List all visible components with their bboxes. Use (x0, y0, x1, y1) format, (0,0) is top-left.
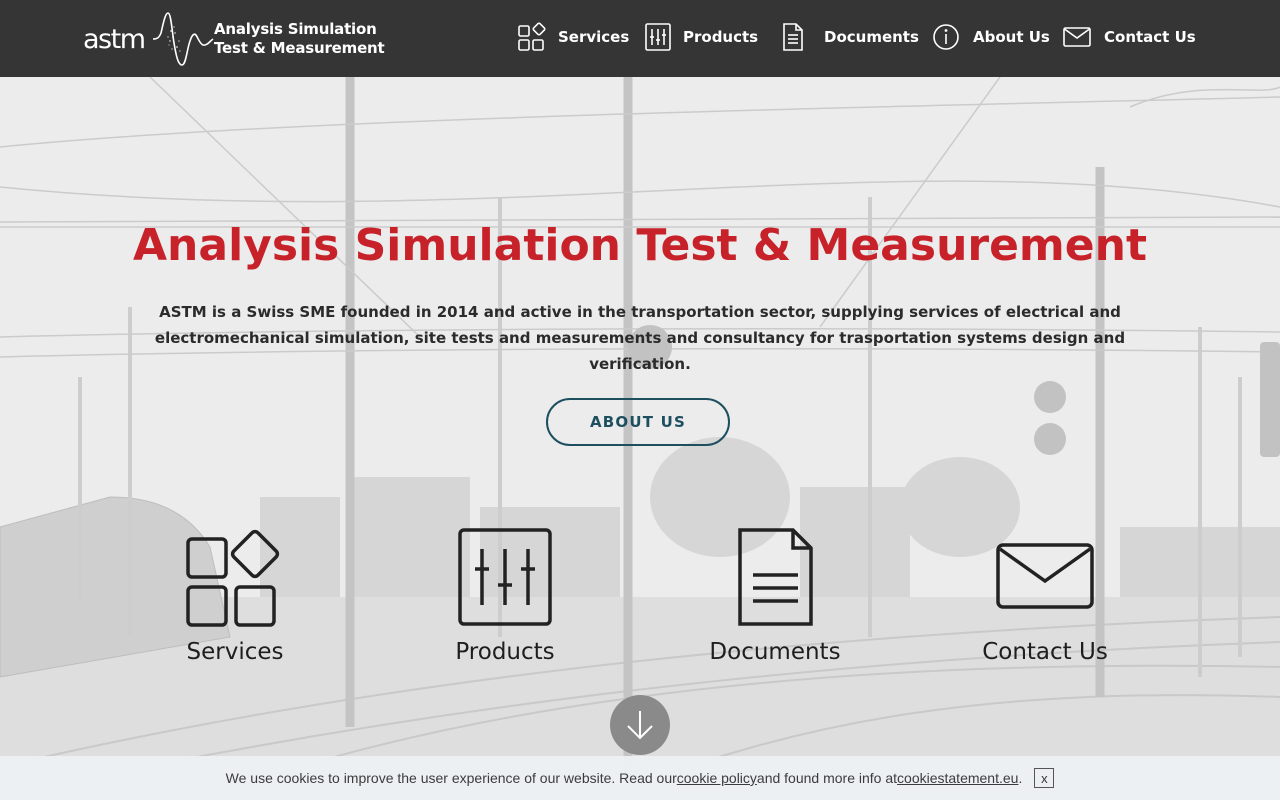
nav-label-documents: Documents (824, 28, 919, 46)
cookie-text-after: . (1018, 770, 1023, 786)
site-header: astm Analysis Simulation Test & Measurem… (0, 0, 1280, 77)
nav-item-about-us[interactable]: About Us (933, 18, 1050, 56)
envelope-icon (996, 543, 1094, 609)
hero-description: ASTM is a Swiss SME founded in 2014 and … (154, 303, 1126, 373)
cookie-text-middle: and found more info at (756, 770, 898, 786)
nav-item-products[interactable]: Products (645, 18, 758, 56)
cookie-close-button[interactable]: x (1034, 768, 1055, 788)
services-grid-icon (186, 529, 280, 627)
tile-label-products: Products (455, 639, 555, 665)
hero-section: Analysis Simulation Test & Measurement A… (0, 77, 1280, 800)
nav-item-services[interactable]: Services (518, 18, 629, 56)
tile-products[interactable]: Products (410, 527, 600, 667)
nav-label-services: Services (558, 28, 630, 46)
services-grid-icon (518, 22, 546, 51)
document-icon (783, 23, 803, 51)
scroll-down-button[interactable] (610, 695, 670, 755)
tile-label-contact-us: Contact Us (982, 639, 1108, 665)
sliders-icon (458, 528, 552, 626)
about-us-button[interactable]: ABOUT US (546, 398, 730, 446)
tile-label-documents: Documents (709, 639, 841, 665)
cookie-policy-link[interactable]: cookie policy (677, 770, 757, 786)
nav-label-about-us: About Us (973, 28, 1050, 46)
hero-title: Analysis Simulation Test & Measurement (133, 220, 1147, 271)
cookie-consent-bar: We use cookies to improve the user exper… (0, 756, 1280, 800)
document-icon (738, 528, 813, 626)
tile-label-services: Services (186, 639, 284, 665)
info-icon (933, 24, 959, 50)
envelope-icon (1063, 27, 1091, 47)
arrow-down-icon (627, 711, 653, 740)
nav-item-contact-us[interactable]: Contact Us (1063, 18, 1196, 56)
tile-documents[interactable]: Documents (680, 527, 870, 667)
tile-services[interactable]: Services (140, 527, 330, 667)
nav-item-documents[interactable]: Documents (783, 18, 919, 56)
cookie-text-before: We use cookies to improve the user exper… (225, 770, 677, 786)
main-navigation: Services Products Documents About Us Con… (0, 18, 1280, 56)
tile-contact-us[interactable]: Contact Us (950, 527, 1140, 667)
cookiestatement-link[interactable]: cookiestatement.eu (897, 770, 1018, 786)
nav-label-contact-us: Contact Us (1104, 28, 1196, 46)
sliders-icon (645, 23, 671, 51)
nav-label-products: Products (683, 28, 759, 46)
